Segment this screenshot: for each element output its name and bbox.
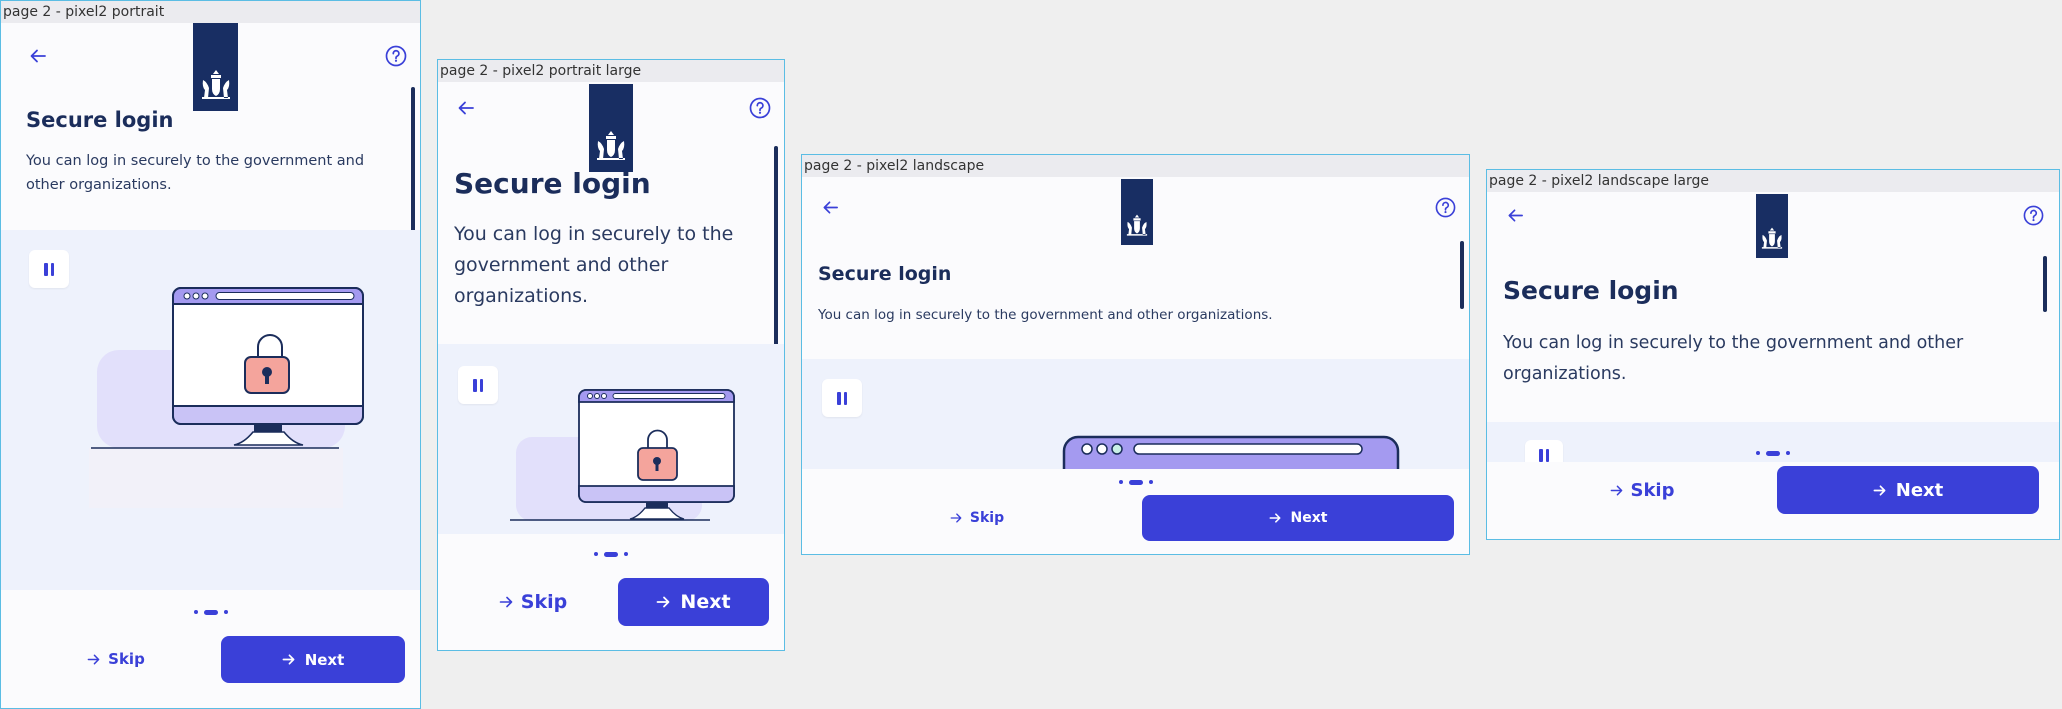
coat-of-arms-icon	[1126, 214, 1148, 236]
page-dot	[193, 610, 198, 614]
next-button[interactable]: Next	[221, 636, 405, 683]
arrow-right-icon	[657, 596, 670, 608]
arrow-right-icon	[87, 654, 100, 664]
page-indicator	[1487, 448, 2059, 458]
skip-button[interactable]: Skip	[922, 495, 1032, 541]
scrollbar[interactable]	[1460, 241, 1464, 309]
back-button[interactable]	[815, 192, 845, 222]
question-circle-icon	[2023, 205, 2043, 225]
page-dot	[1148, 480, 1153, 484]
page-indicator	[438, 549, 784, 559]
phone-screen: Secure login You can log in securely to …	[438, 84, 784, 650]
arrow-right-icon	[950, 513, 962, 523]
help-button[interactable]	[381, 41, 411, 71]
page-title: Secure login	[26, 108, 174, 132]
arrow-right-icon	[282, 654, 295, 665]
coat-of-arms-icon	[1761, 227, 1783, 249]
next-label: Next	[304, 650, 345, 669]
frame-portrait-large: page 2 - pixel2 portrait large Secure lo…	[437, 59, 785, 651]
skip-label: Skip	[108, 650, 145, 668]
frame-label: page 2 - pixel2 portrait	[1, 1, 420, 23]
pause-icon	[44, 262, 48, 276]
pause-icon	[473, 378, 477, 392]
page-dot	[594, 552, 598, 556]
scrollbar[interactable]	[2043, 256, 2047, 312]
page-indicator	[1, 607, 420, 617]
skip-button[interactable]: Skip	[1582, 466, 1702, 514]
page-dot	[1786, 451, 1790, 455]
skip-label: Skip	[1630, 479, 1675, 501]
back-button[interactable]	[23, 41, 53, 71]
arrow-right-icon	[1610, 485, 1622, 495]
question-circle-icon	[749, 97, 771, 119]
page-description: You can log in securely to the governmen…	[454, 223, 734, 307]
next-button[interactable]: Next	[1142, 495, 1454, 541]
frame-landscape-large: page 2 - pixel2 landscape large Secure l…	[1486, 169, 2060, 540]
government-logo	[1756, 194, 1788, 258]
page-dot	[1118, 480, 1123, 484]
page-title: Secure login	[818, 263, 952, 285]
page-dot	[223, 610, 228, 614]
coat-of-arms-icon	[597, 131, 625, 160]
page-dot	[1756, 451, 1760, 455]
pause-button[interactable]	[822, 379, 862, 417]
illustration-area	[1, 230, 420, 590]
page-dot	[624, 552, 628, 556]
help-button[interactable]	[745, 93, 775, 123]
illustration-area	[438, 344, 784, 534]
skip-button[interactable]: Skip	[61, 636, 171, 682]
skip-button[interactable]: Skip	[478, 578, 588, 626]
arrow-left-icon	[30, 49, 46, 63]
arrow-right-icon	[1269, 513, 1281, 523]
pause-button[interactable]	[458, 366, 498, 404]
phone-screen: Secure login You can log in securely to …	[802, 179, 1469, 554]
page-description: You can log in securely to the governmen…	[1503, 333, 1964, 384]
pause-button[interactable]	[29, 250, 69, 288]
frame-label: page 2 - pixel2 landscape large	[1487, 170, 2059, 192]
back-button[interactable]	[1500, 200, 1530, 230]
next-label: Next	[1895, 479, 1944, 501]
phone-screen: Secure login You can log in securely to …	[1, 23, 420, 708]
illustration-area	[802, 359, 1469, 469]
help-button[interactable]	[2018, 200, 2048, 230]
next-label: Next	[680, 591, 731, 613]
skip-label: Skip	[969, 510, 1005, 526]
next-button[interactable]: Next	[1777, 466, 2039, 514]
question-circle-icon	[385, 45, 407, 67]
page-indicator	[802, 477, 1469, 487]
government-logo	[589, 84, 633, 172]
page-title: Secure login	[454, 167, 651, 200]
back-button[interactable]	[451, 93, 481, 123]
coat-of-arms-icon	[201, 70, 230, 99]
next-button[interactable]: Next	[618, 578, 769, 626]
arrow-left-icon	[823, 200, 838, 214]
arrow-left-icon	[458, 101, 474, 115]
skip-label: Skip	[520, 591, 568, 613]
next-label: Next	[1290, 510, 1328, 526]
phone-screen: Secure login You can log in securely to …	[1487, 194, 2059, 539]
frame-landscape: page 2 - pixel2 landscape Secure login Y…	[801, 154, 1470, 555]
computer-lock-illustration	[89, 287, 364, 508]
question-circle-icon	[1435, 197, 1455, 217]
help-button[interactable]	[1430, 192, 1460, 222]
arrow-right-icon	[499, 596, 513, 608]
computer-lock-illustration	[1062, 435, 1400, 469]
computer-lock-illustration	[510, 389, 735, 521]
frame-label: page 2 - pixel2 portrait large	[438, 60, 784, 82]
page-dot-active	[1128, 479, 1143, 485]
pause-icon	[837, 391, 841, 405]
frame-label: page 2 - pixel2 landscape	[802, 155, 1469, 177]
government-logo	[1121, 179, 1153, 245]
page-dot-active	[203, 609, 218, 615]
arrow-right-icon	[1873, 484, 1886, 496]
arrow-left-icon	[1508, 208, 1523, 222]
page-description: You can log in securely to the governmen…	[818, 307, 1273, 323]
frame-portrait: page 2 - pixel2 portrait Secure login Yo…	[0, 0, 421, 709]
page-title: Secure login	[1503, 276, 1679, 305]
government-logo	[193, 23, 238, 111]
page-description: You can log in securely to the governmen…	[26, 153, 365, 193]
page-dot-active	[1766, 450, 1780, 456]
page-dot-active	[604, 551, 618, 557]
